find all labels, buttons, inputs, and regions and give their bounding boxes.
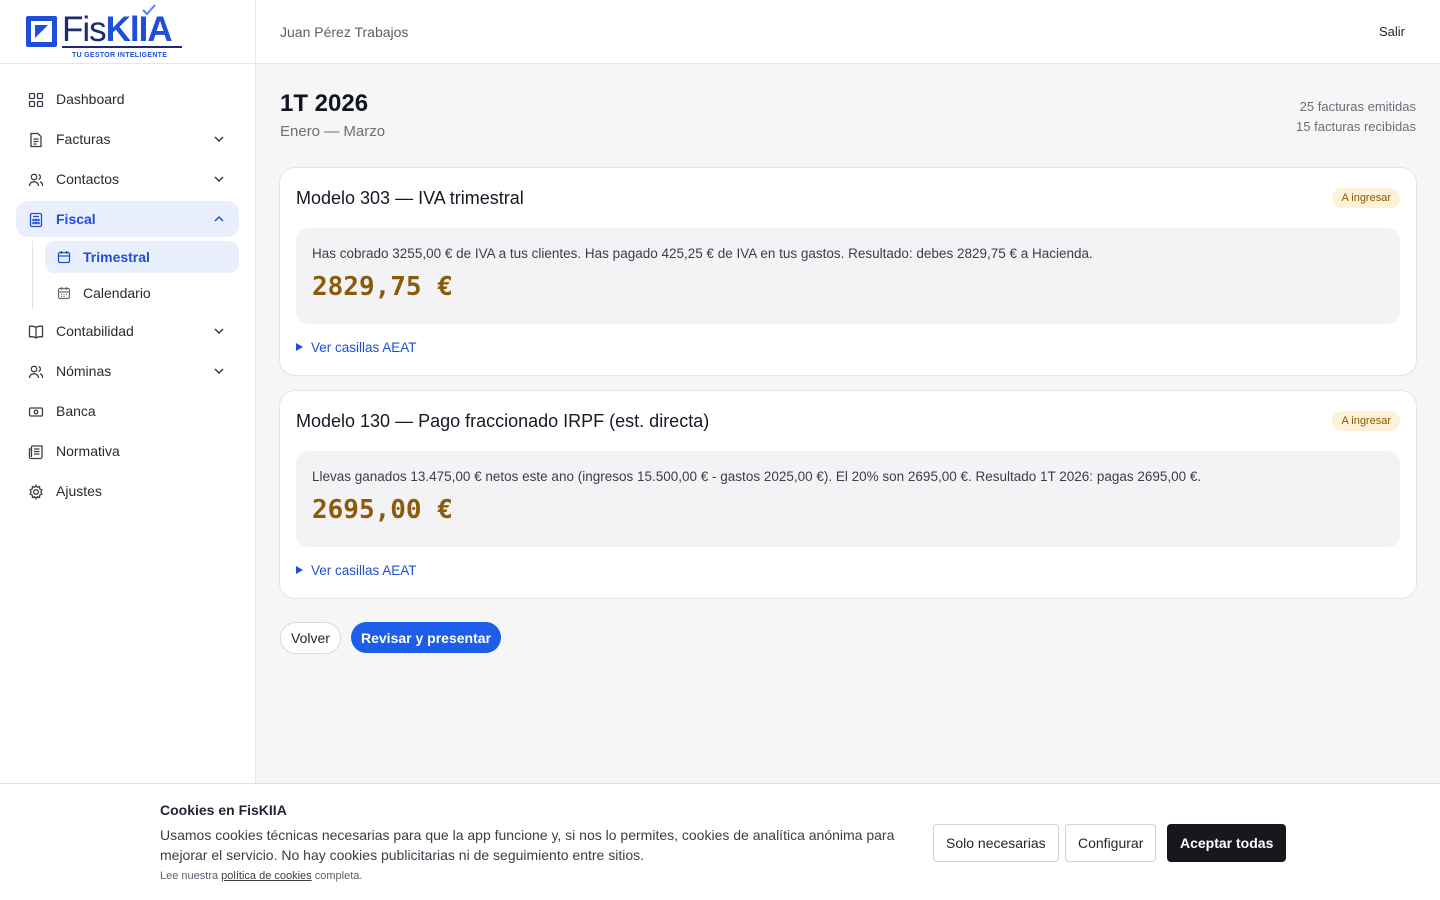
top-bar: Juan Pérez Trabajos Salir <box>256 0 1440 64</box>
chevron-down-icon <box>214 368 224 375</box>
sidebar-item-label: Ajustes <box>56 483 102 499</box>
logo-icon <box>26 16 57 47</box>
sidebar-item-label: Contactos <box>56 171 120 187</box>
cookie-title: Cookies en FisKIIA <box>160 802 287 818</box>
banknote-icon <box>28 407 44 417</box>
calendar-icon <box>57 251 71 264</box>
sidebar-item-ajustes[interactable]: Ajustes <box>16 473 239 509</box>
newspaper-icon <box>28 445 43 460</box>
sidebar-item-label: Dashboard <box>56 91 125 107</box>
users-icon <box>28 173 44 187</box>
result-panel: Llevas ganados 13.475,00 € netos este an… <box>296 451 1400 547</box>
logo-underline <box>62 46 182 48</box>
received-count: 15 facturas recibidas <box>1296 119 1416 134</box>
cookie-banner: Cookies en FisKIIA Usamos cookies técnic… <box>0 783 1440 900</box>
calculator-icon <box>29 212 43 228</box>
chevron-up-icon <box>214 215 224 222</box>
cookie-policy-link[interactable]: política de cookies <box>221 870 312 882</box>
users-icon <box>28 365 44 379</box>
sidebar-item-dashboard[interactable]: Dashboard <box>16 81 239 117</box>
cookie-policy-note: Lee nuestra política de cookies completa… <box>160 870 362 882</box>
cookies-configure-button[interactable]: Configurar <box>1065 824 1157 862</box>
gear-icon <box>29 484 43 500</box>
aeat-boxes-label: Ver casillas AEAT <box>311 340 417 355</box>
modelo-130-card: Modelo 130 — Pago fraccionado IRPF (est.… <box>279 390 1417 599</box>
sidebar-item-fiscal[interactable]: Fiscal <box>16 201 239 237</box>
chevron-down-icon <box>214 176 224 183</box>
card-title: Modelo 303 — IVA trimestral <box>296 188 524 208</box>
sidebar-item-contabilidad[interactable]: Contabilidad <box>16 313 239 349</box>
invoice-counts: 25 facturas emitidas 15 facturas recibid… <box>1296 97 1416 137</box>
logo-text-light: Fis <box>62 10 107 49</box>
sidebar-item-label: Facturas <box>56 131 111 147</box>
page-title: 1T 2026 <box>280 90 369 117</box>
aeat-boxes-toggle[interactable]: Ver casillas AEAT <box>296 563 417 578</box>
cookies-accept-all-button[interactable]: Aceptar todas <box>1167 824 1287 862</box>
cookies-necessary-button[interactable]: Solo necesarias <box>933 824 1059 862</box>
result-summary: Has cobrado 3255,00 € de IVA a tus clien… <box>312 246 1093 261</box>
fiscal-submenu: Trimestral Calendario <box>32 241 239 309</box>
result-amount: 2695,00 € <box>312 495 453 525</box>
logo-wordmark[interactable]: FisKlIA <box>62 10 173 50</box>
sidebar-subitem-label: Calendario <box>83 285 151 301</box>
brand-header: FisKlIA TU GESTOR INTELIGENTE <box>0 0 255 64</box>
cookie-note-prefix: Lee nuestra <box>160 870 219 882</box>
modelo-303-card: Modelo 303 — IVA trimestral A ingresar H… <box>279 167 1417 376</box>
sidebar-subitem-trimestral[interactable]: Trimestral <box>45 241 239 273</box>
logout-button[interactable]: Salir <box>1379 24 1405 39</box>
book-icon <box>28 325 44 339</box>
sidebar-item-label: Normativa <box>56 443 120 459</box>
cookie-note-suffix: completa. <box>314 870 363 882</box>
aeat-boxes-toggle[interactable]: Ver casillas AEAT <box>296 340 417 355</box>
user-name: Juan Pérez Trabajos <box>280 24 409 40</box>
disclosure-triangle-icon <box>296 343 303 351</box>
sidebar-item-normativa[interactable]: Normativa <box>16 433 239 469</box>
aeat-boxes-label: Ver casillas AEAT <box>311 563 417 578</box>
card-title: Modelo 130 — Pago fraccionado IRPF (est.… <box>296 411 710 431</box>
chevron-down-icon <box>214 328 224 335</box>
sidebar-item-facturas[interactable]: Facturas <box>16 121 239 157</box>
logo-text-bold: KlIA <box>105 10 173 49</box>
issued-count: 25 facturas emitidas <box>1299 99 1416 114</box>
result-summary: Llevas ganados 13.475,00 € netos este an… <box>312 469 1202 484</box>
cookie-description: Usamos cookies técnicas necesarias para … <box>160 827 895 863</box>
main-content: 1T 2026 Enero — Marzo 25 facturas emitid… <box>256 64 1440 784</box>
disclosure-triangle-icon <box>296 566 303 574</box>
grid-icon <box>28 92 44 108</box>
sidebar-item-label: Contabilidad <box>56 323 134 339</box>
result-panel: Has cobrado 3255,00 € de IVA a tus clien… <box>296 228 1400 324</box>
sidebar-item-label: Banca <box>56 403 96 419</box>
calendar-icon <box>57 287 71 300</box>
review-submit-button[interactable]: Revisar y presentar <box>351 622 501 653</box>
sidebar-item-label: Nóminas <box>56 363 112 379</box>
sidebar-item-contactos[interactable]: Contactos <box>16 161 239 197</box>
period-range: Enero — Marzo <box>280 123 386 140</box>
back-button[interactable]: Volver <box>280 622 341 654</box>
logo-tagline: TU GESTOR INTELIGENTE <box>72 52 168 59</box>
sidebar-subitem-label: Trimestral <box>83 249 150 265</box>
sidebar-item-banca[interactable]: Banca <box>16 393 239 429</box>
result-amount: 2829,75 € <box>312 272 453 302</box>
sidebar-subitem-calendario[interactable]: Calendario <box>45 277 239 309</box>
sidebar: FisKlIA TU GESTOR INTELIGENTE Dashboard … <box>0 0 256 900</box>
status-badge: A ingresar <box>1332 188 1400 208</box>
sidebar-item-label: Fiscal <box>56 211 96 227</box>
sidebar-item-nominas[interactable]: Nóminas <box>16 353 239 389</box>
chevron-down-icon <box>214 136 224 143</box>
logo-check-icon <box>142 4 156 16</box>
status-badge: A ingresar <box>1332 411 1400 431</box>
sidebar-nav: Dashboard Facturas Contactos Fiscal Trim… <box>0 64 255 509</box>
file-icon <box>30 132 42 148</box>
